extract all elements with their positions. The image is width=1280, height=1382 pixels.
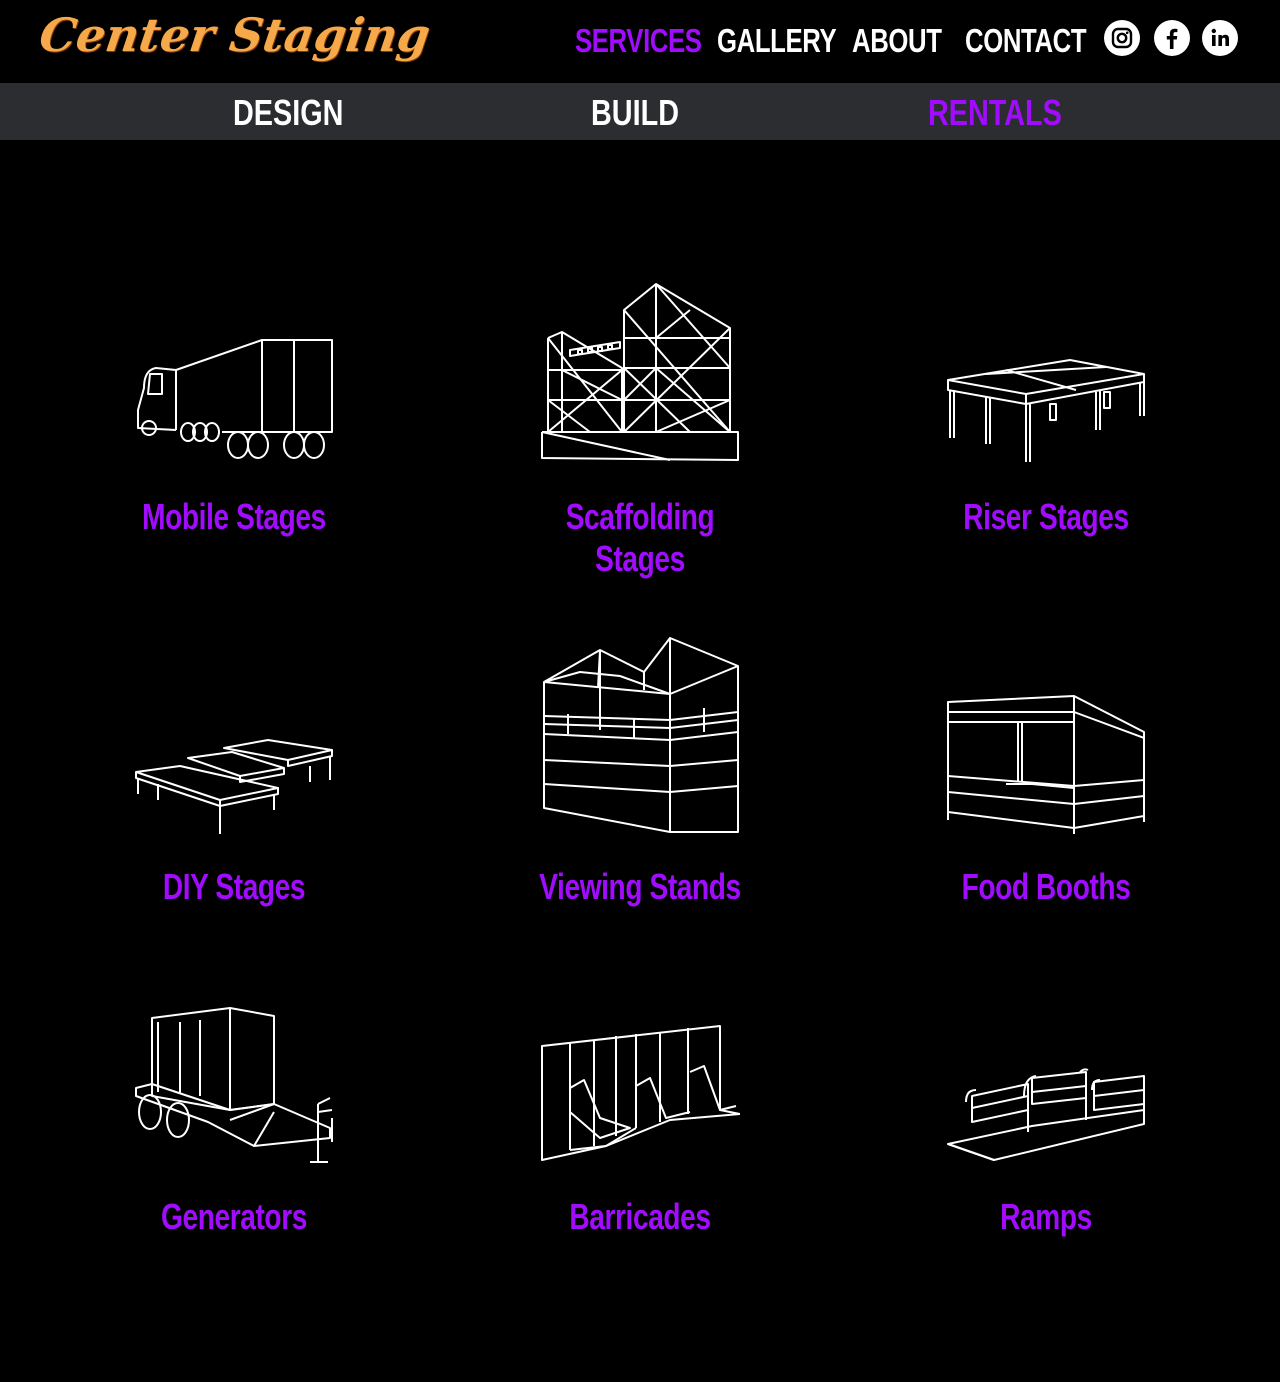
subnav-rentals[interactable]: RENTALS	[928, 92, 1062, 134]
rental-generators[interactable]: Generators	[84, 1000, 384, 1250]
nav-gallery[interactable]: GALLERY	[717, 22, 837, 60]
services-subnav: DESIGN BUILD RENTALS	[0, 83, 1280, 140]
diy-platform-icon	[135, 739, 333, 834]
rental-food-booths[interactable]: Food Booths	[896, 636, 1196, 921]
truck-stage-icon	[137, 339, 333, 459]
scaffold-icon	[541, 283, 739, 461]
nav-about[interactable]: ABOUT	[852, 22, 942, 60]
tile-label: Ramps	[1000, 1196, 1092, 1237]
subnav-design[interactable]: DESIGN	[233, 92, 343, 134]
tile-label: Scaffolding Stages	[565, 496, 715, 579]
nav-services[interactable]: SERVICES	[575, 22, 702, 60]
tile-label: Food Booths	[961, 866, 1131, 907]
top-header: Center Staging SERVICES GALLERY ABOUT CO…	[0, 0, 1280, 83]
brand-logo[interactable]: Center Staging	[36, 8, 433, 62]
tile-label: DIY Stages	[162, 866, 306, 907]
instagram-icon[interactable]	[1104, 20, 1140, 56]
tile-label: Viewing Stands	[539, 866, 741, 907]
rental-mobile-stages[interactable]: Mobile Stages	[84, 270, 384, 550]
ramp-icon	[947, 1068, 1145, 1161]
booth-icon	[947, 695, 1145, 834]
rental-riser-stages[interactable]: Riser Stages	[896, 270, 1196, 550]
tile-label: Mobile Stages	[142, 496, 326, 537]
rental-diy-stages[interactable]: DIY Stages	[84, 636, 384, 921]
rental-barricades[interactable]: Barricades	[490, 1000, 790, 1250]
riser-icon	[947, 359, 1145, 462]
viewing-stand-icon	[543, 637, 739, 833]
nav-contact[interactable]: CONTACT	[965, 22, 1087, 60]
rental-ramps[interactable]: Ramps	[896, 1000, 1196, 1250]
linkedin-icon[interactable]	[1202, 20, 1238, 56]
facebook-icon[interactable]	[1154, 20, 1190, 56]
rental-viewing-stands[interactable]: Viewing Stands	[490, 636, 790, 921]
tile-label: Generators	[161, 1196, 307, 1237]
rental-scaffolding-stages[interactable]: Scaffolding Stages	[490, 270, 790, 579]
tile-label: Barricades	[569, 1196, 711, 1237]
subnav-build[interactable]: BUILD	[591, 92, 679, 134]
barricade-icon	[541, 1025, 740, 1161]
tile-label: Riser Stages	[963, 496, 1129, 537]
generator-trailer-icon	[135, 1007, 333, 1163]
